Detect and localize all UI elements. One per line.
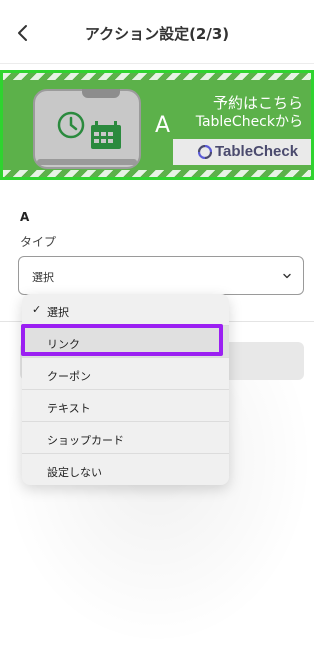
dropdown-option-none[interactable]: 設定しない xyxy=(22,453,229,485)
checkmark-icon: ✓ xyxy=(32,303,42,316)
banner-stripe-top xyxy=(3,73,311,80)
page-title: アクション設定(2/3) xyxy=(84,25,230,43)
section-label: A xyxy=(20,210,30,224)
phone-notch xyxy=(82,89,120,98)
tablecheck-logo-box: TableCheck xyxy=(173,139,311,165)
dropdown-option-label: ショップカード xyxy=(47,434,124,447)
dropdown-option-label: クーポン xyxy=(47,370,91,383)
chevron-down-icon xyxy=(283,273,291,279)
dropdown-option-text[interactable]: テキスト xyxy=(22,389,229,421)
type-select-value: 選択 xyxy=(32,271,54,284)
dropdown-option-label: 設定しない xyxy=(47,466,102,479)
dropdown-option-label: テキスト xyxy=(47,402,91,415)
action-banner-preview: A 予約はこちら TableCheckから TableCheck xyxy=(0,70,314,180)
banner-text-line1: 予約はこちら xyxy=(212,94,303,112)
dropdown-option-select[interactable]: ✓ 選択 xyxy=(22,294,229,326)
banner-letter: A xyxy=(155,113,171,138)
banner-stripe-bottom xyxy=(3,170,311,177)
dropdown-option-label: リンク xyxy=(47,338,80,351)
tablecheck-logo-icon xyxy=(198,145,212,159)
type-select[interactable]: 選択 xyxy=(18,256,304,295)
header-bar: アクション設定(2/3) xyxy=(0,0,314,64)
banner-text-line2: TableCheckから xyxy=(195,114,303,130)
type-label: タイプ xyxy=(20,235,57,249)
phone-base xyxy=(37,159,137,165)
clock-calendar-icon xyxy=(57,111,121,149)
phone-illustration xyxy=(33,89,141,169)
dropdown-option-coupon[interactable]: クーポン xyxy=(22,357,229,389)
dropdown-option-shopcard[interactable]: ショップカード xyxy=(22,421,229,453)
dropdown-option-label: 選択 xyxy=(47,306,69,319)
dropdown-option-link[interactable]: リンク xyxy=(22,325,229,357)
type-dropdown-menu: ✓ 選択 リンク クーポン テキスト ショップカード 設定しない xyxy=(22,294,229,485)
tablecheck-logo-text: TableCheck xyxy=(215,143,299,160)
